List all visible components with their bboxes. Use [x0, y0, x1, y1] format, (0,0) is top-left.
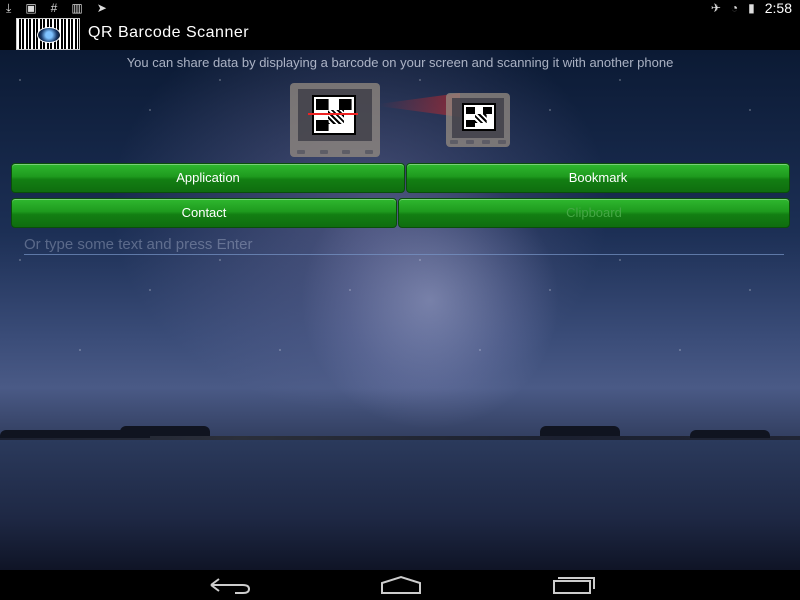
background-island: [540, 426, 620, 436]
send-icon: ➤: [96, 1, 107, 15]
battery-charging-icon: ▮: [748, 1, 755, 15]
qr-code-icon: [312, 95, 356, 135]
hash-icon: #: [50, 1, 58, 15]
navigation-bar: [0, 570, 800, 600]
clipboard-button[interactable]: Clipboard: [398, 198, 790, 228]
share-screen: You can share data by displaying a barco…: [0, 50, 800, 570]
download-icon: ⤓: [6, 1, 12, 15]
wifi-icon: ◔: [730, 1, 739, 15]
status-bar: ⤓ ▣ # ▥ ➤ ✈ ◔ ▮ 2:58: [0, 0, 800, 16]
system-icons: ✈ ◔ ▮ 2:58: [711, 0, 792, 16]
mute-icon: ✈: [710, 1, 721, 15]
action-bar: QR Barcode Scanner: [0, 16, 800, 50]
scan-line: [308, 113, 358, 115]
clock: 2:58: [764, 0, 792, 16]
background-sea: [0, 440, 800, 570]
barcode-icon: ▥: [71, 1, 83, 15]
background-island: [120, 426, 210, 436]
bookmark-button[interactable]: Bookmark: [406, 163, 790, 193]
share-text-input[interactable]: Or type some text and press Enter: [24, 236, 784, 254]
app-title: QR Barcode Scanner: [88, 24, 250, 41]
qr-code-icon: [462, 103, 496, 131]
back-icon[interactable]: [205, 575, 255, 595]
input-underline: [24, 254, 784, 255]
notification-icons: ⤓ ▣ # ▥ ➤: [6, 0, 107, 16]
home-icon[interactable]: [376, 575, 426, 595]
application-button[interactable]: Application: [11, 163, 405, 193]
contact-button[interactable]: Contact: [11, 198, 397, 228]
share-info-text: You can share data by displaying a barco…: [126, 55, 674, 70]
image-icon: ▣: [25, 1, 37, 15]
sender-phone-illustration: [290, 83, 380, 157]
receiver-phone-illustration: [446, 93, 510, 147]
background-island: [690, 430, 770, 438]
lens-icon: [37, 27, 61, 43]
qr-scanner-app-icon[interactable]: [16, 18, 80, 50]
recent-apps-icon[interactable]: [548, 575, 598, 595]
